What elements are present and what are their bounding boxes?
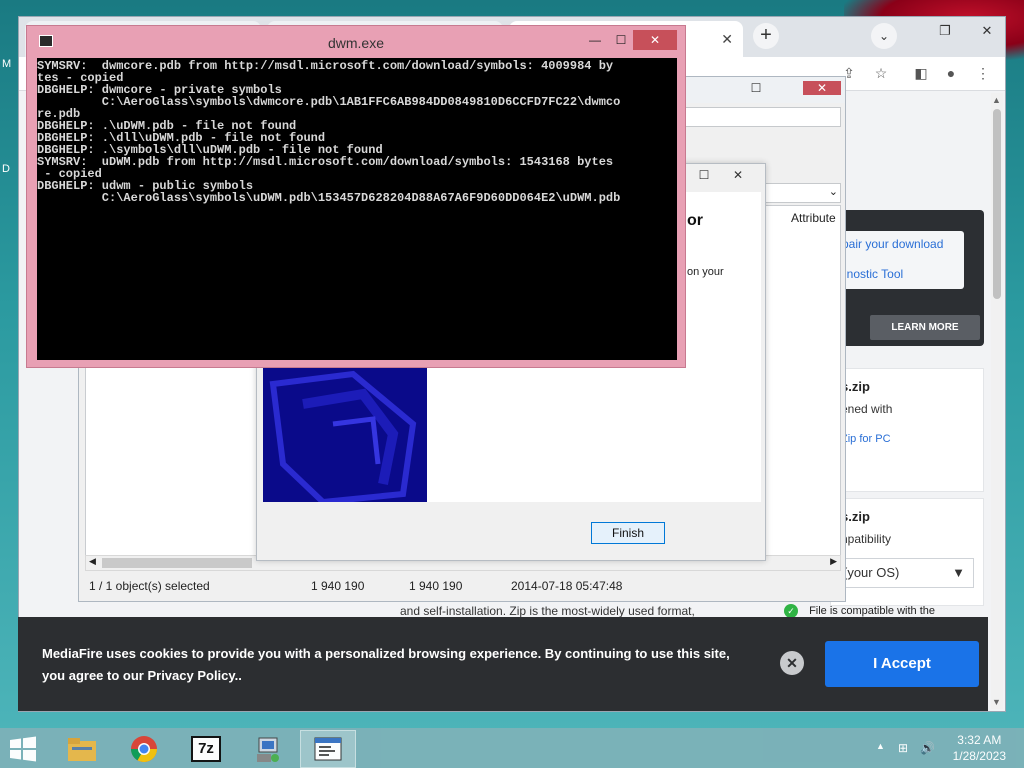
diagnostic-tool-link[interactable]: gnostic Tool [840,267,903,281]
opened-with-text: ened with [841,402,893,416]
taskbar-chrome[interactable] [116,730,172,768]
taskbar-clock[interactable]: 3:32 AM 1/28/2023 [953,732,1006,764]
taskbar-notepad[interactable] [300,730,356,768]
network-icon[interactable]: ⊞ [898,741,908,755]
status-packed-size: 1 940 190 [409,579,463,593]
window-close-button[interactable]: ✕ [803,81,841,95]
profile-avatar-icon[interactable]: ● [941,65,961,81]
repair-ad-panel: pair your download gnostic Tool [830,231,964,289]
status-size: 1 940 190 [311,579,365,593]
window-close-button[interactable]: ✕ [723,168,753,182]
console-line: SYMSRV: uDWM.pdb from http://msdl.micros… [37,155,614,169]
desktop-icon-label[interactable]: M [2,58,11,70]
clock-date: 1/28/2023 [952,749,1006,763]
scroll-right-icon[interactable]: ▶ [830,556,837,567]
cookie-close-button[interactable]: ✕ [780,651,804,675]
installer-banner-image [263,364,427,502]
clock-time: 3:32 AM [957,733,1002,747]
repair-download-link[interactable]: pair your download [842,237,943,251]
column-header-attributes[interactable]: Attribute [791,211,836,225]
console-line: C:\AeroGlass\symbols\uDWM.pdb\153457D628… [37,191,621,205]
bookmark-star-icon[interactable]: ☆ [871,65,891,82]
window-close-button[interactable]: ✕ [633,30,677,50]
window-maximize-button[interactable]: ❐ [933,23,957,39]
console-window: dwm.exe — ☐ ✕ SYMSRV: dwmcore.pdb from h… [26,25,686,368]
installer-subtext: on your [687,266,724,278]
accept-cookies-button[interactable]: I Accept [825,641,979,687]
console-titlebar[interactable]: dwm.exe — ☐ ✕ [27,26,685,56]
page-scrollbar[interactable]: ▲ ▼ [991,93,1003,709]
description-text: and self-installation. Zip is the most-w… [400,604,695,618]
7zip-icon-label: 7z [198,740,214,757]
tab-search-button[interactable]: ⌄ [871,23,897,49]
cookie-banner-text: MediaFire uses cookies to provide you wi… [42,646,730,683]
windows-logo-icon [10,736,36,762]
chevron-down-icon[interactable]: ⌄ [829,185,838,198]
compatibility-text: npatibility [841,532,892,546]
installer-icon [257,737,279,762]
check-icon: ✓ [784,604,798,618]
folder-icon [68,738,96,761]
file-info-card: s.zip ened with Zip for PC [830,368,984,492]
taskbar-file-explorer[interactable] [54,730,110,768]
more-menu-icon[interactable]: ⋮ [973,65,993,82]
chrome-icon [130,736,158,763]
scroll-up-icon[interactable]: ▲ [992,95,1001,105]
taskbar-installer[interactable] [240,730,296,768]
zip-for-pc-link[interactable]: Zip for PC [841,433,891,445]
finish-button[interactable]: Finish [591,522,665,544]
file-compat-card: s.zip npatibility [830,498,984,606]
console-line: SYMSRV: dwmcore.pdb from http://msdl.mic… [37,59,614,73]
window-close-button[interactable]: ✕ [975,23,999,39]
console-line: C:\AeroGlass\symbols\dwmcore.pdb\1AB1FFC… [37,95,621,109]
os-select-value: (your OS) [843,565,900,580]
cookie-banner: MediaFire uses cookies to provide you wi… [18,617,988,711]
status-selected: 1 / 1 object(s) selected [89,579,210,593]
status-bar: 1 / 1 object(s) selected 1 940 190 1 940… [79,575,845,597]
learn-more-button[interactable]: LEARN MORE [870,315,980,340]
start-button[interactable] [8,736,42,762]
scroll-down-icon[interactable]: ▼ [992,697,1001,707]
compat-text: File is compatible with the [809,605,936,617]
status-modified: 2014-07-18 05:47:48 [511,579,623,593]
taskbar: 7z ▲ ⊞ 🔊 3:32 AM 1/28/2023 [0,728,1024,768]
new-tab-button[interactable]: + [753,23,779,49]
dropdown-arrow-icon: ▼ [952,565,965,580]
console-output[interactable]: SYMSRV: dwmcore.pdb from http://msdl.mic… [37,58,677,360]
taskbar-7zip[interactable]: 7z [178,730,234,768]
document-window-icon [314,737,342,761]
show-hidden-icons-button[interactable]: ▲ [876,741,885,751]
scrollbar-thumb[interactable] [993,109,1001,299]
scrollbar-thumb[interactable] [102,558,252,568]
window-maximize-button[interactable]: ☐ [689,168,719,182]
compat-row: ✓ File is compatible with the [784,604,935,618]
scroll-left-icon[interactable]: ◀ [89,556,96,567]
side-panel-icon[interactable]: ◧ [911,65,931,82]
volume-icon[interactable]: 🔊 [920,741,935,755]
7zip-icon: 7z [191,736,221,762]
tab-close-icon[interactable]: ✕ [721,31,733,48]
os-select[interactable]: (your OS) ▼ [834,558,974,588]
window-maximize-button[interactable]: ☐ [743,81,769,95]
installer-heading: or [687,212,703,229]
desktop-icon-label[interactable]: D [2,163,10,175]
